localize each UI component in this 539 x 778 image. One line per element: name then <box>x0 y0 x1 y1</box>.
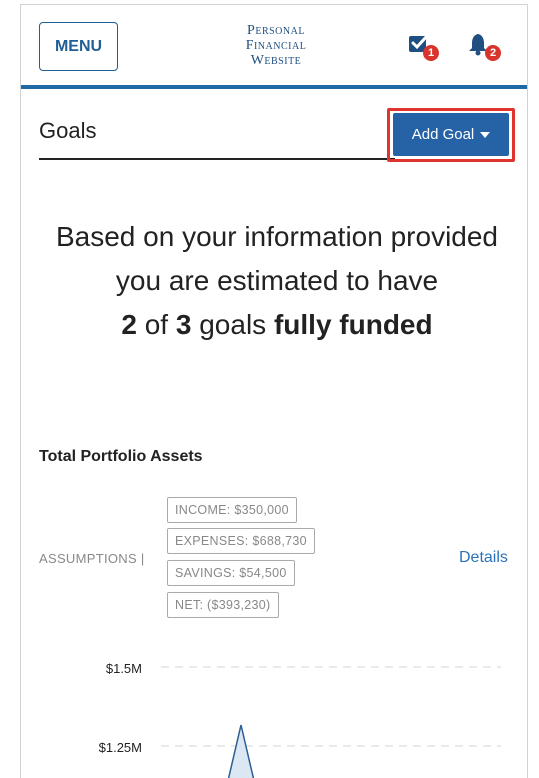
asset-peak-area <box>227 724 255 778</box>
brand-line-3: Website <box>250 53 302 68</box>
notifications-count-badge: 2 <box>485 45 501 61</box>
goals-word: goals <box>199 309 267 340</box>
brand-line-1: Personal <box>247 23 305 38</box>
menu-button[interactable]: MENU <box>39 22 118 71</box>
y-tick-1-5m: $1.5M <box>105 661 142 676</box>
income-chip: INCOME: $350,000 <box>167 497 297 523</box>
add-goal-button[interactable]: Add Goal <box>393 113 509 156</box>
of-word: of <box>144 309 169 340</box>
title-divider <box>39 158 395 160</box>
caret-down-icon <box>480 131 491 138</box>
expenses-chip: EXPENSES: $688,730 <box>167 528 315 554</box>
app-frame: MENU Personal Financial Website 1 2 Goal… <box>20 4 528 778</box>
tasks-count-badge: 1 <box>423 45 439 61</box>
net-chip: NET: ($393,230) <box>167 592 279 618</box>
page-title: Goals <box>39 118 97 143</box>
summary-intro: Based on your information provided you a… <box>55 221 499 296</box>
brand-line-2: Financial <box>245 38 307 53</box>
funded-phrase: fully funded <box>273 309 433 340</box>
funding-summary: Based on your information provided you a… <box>43 215 511 347</box>
portfolio-chart <box>161 666 501 778</box>
funded-count: 2 <box>121 309 137 340</box>
portfolio-title: Total Portfolio Assets <box>39 448 203 465</box>
summary-result: 2 of 3 goals fully funded <box>43 303 511 347</box>
top-header: MENU Personal Financial Website 1 2 <box>21 5 527 89</box>
total-count: 3 <box>175 309 192 340</box>
add-goal-label: Add Goal <box>411 126 475 143</box>
details-link[interactable]: Details <box>459 549 508 567</box>
savings-chip: SAVINGS: $54,500 <box>167 560 295 586</box>
brand-logo[interactable]: Personal Financial Website <box>201 23 351 68</box>
tasks-button[interactable]: 1 <box>407 31 447 65</box>
assumptions-label: ASSUMPTIONS | <box>39 551 145 566</box>
notifications-button[interactable]: 2 <box>467 31 507 65</box>
y-tick-1-25m: $1.25M <box>98 740 142 755</box>
